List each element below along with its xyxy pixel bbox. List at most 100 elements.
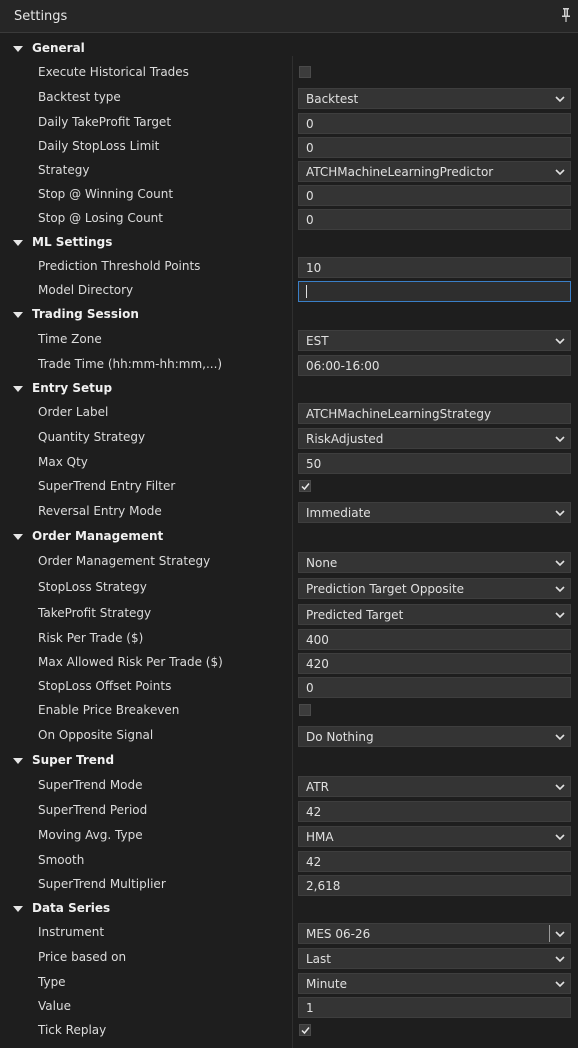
st-mode-dropdown[interactable]: ATR <box>298 776 571 797</box>
property-label: SuperTrend Entry Filter <box>38 479 176 493</box>
pin-icon[interactable] <box>560 7 572 23</box>
triangle-down-icon[interactable] <box>13 240 23 246</box>
property-label: Value <box>38 999 71 1013</box>
category-label: Super Trend <box>32 753 115 767</box>
category-trading-session[interactable]: Trading Session <box>0 303 578 327</box>
instrument-dropdown[interactable]: MES 06-26 <box>298 923 571 944</box>
property-label: Trade Time (hh:mm-hh:mm,...) <box>38 357 223 371</box>
category-label: General <box>32 41 85 55</box>
pred-threshold-input[interactable]: 10 <box>298 257 571 278</box>
input-value: 50 <box>306 457 322 471</box>
checkmark-icon <box>301 1027 310 1035</box>
opposite-signal-dropdown[interactable]: Do Nothing <box>298 726 571 747</box>
input-value: 0 <box>306 213 314 227</box>
smooth-input[interactable]: 42 <box>298 851 571 872</box>
st-multiplier-input[interactable]: 2,618 <box>298 875 571 896</box>
chevron-down-icon[interactable] <box>554 978 566 990</box>
dropdown-value: Minute <box>306 977 347 991</box>
ma-type-dropdown[interactable]: HMA <box>298 826 571 847</box>
trade-time-input[interactable]: 06:00-16:00 <box>298 355 571 376</box>
value-input[interactable]: 1 <box>298 997 571 1018</box>
price-breakeven-checkbox[interactable] <box>299 704 311 716</box>
property-label: Order Label <box>38 405 109 419</box>
daily-tp-input[interactable]: 0 <box>298 113 571 134</box>
category-entry-setup[interactable]: Entry Setup <box>0 377 578 401</box>
triangle-down-icon[interactable] <box>13 46 23 52</box>
stop-win-input[interactable]: 0 <box>298 185 571 206</box>
property-label: Model Directory <box>38 283 134 297</box>
model-dir-input[interactable] <box>298 281 571 302</box>
property-label: Daily StopLoss Limit <box>38 139 160 153</box>
chevron-down-icon[interactable] <box>554 433 566 445</box>
reversal-mode-dropdown[interactable]: Immediate <box>298 502 571 523</box>
category-order-management[interactable]: Order Management <box>0 525 578 549</box>
property-label: Risk Per Trade ($) <box>38 631 144 645</box>
strategy-dropdown[interactable]: ATCHMachineLearningPredictor <box>298 161 571 182</box>
st-entry-filter-checkbox[interactable] <box>299 480 311 492</box>
order-label-input[interactable]: ATCHMachineLearningStrategy <box>298 403 571 424</box>
input-value: 0 <box>306 189 314 203</box>
triangle-down-icon[interactable] <box>13 906 23 912</box>
category-label: Data Series <box>32 901 111 915</box>
dropdown-value: HMA <box>306 830 334 844</box>
property-label: Quantity Strategy <box>38 430 146 444</box>
category-super-trend[interactable]: Super Trend <box>0 749 578 773</box>
dropdown-value: ATR <box>306 780 329 794</box>
triangle-down-icon[interactable] <box>13 534 23 540</box>
chevron-down-icon[interactable] <box>554 583 566 595</box>
execute-historical-checkbox[interactable] <box>299 66 311 78</box>
chevron-down-icon[interactable] <box>554 831 566 843</box>
category-general[interactable]: General <box>0 37 578 61</box>
property-label: Stop @ Losing Count <box>38 211 163 225</box>
type-dropdown[interactable]: Minute <box>298 973 571 994</box>
backtest-type-dropdown[interactable]: Backtest <box>298 88 571 109</box>
chevron-down-icon[interactable] <box>554 609 566 621</box>
input-value: 42 <box>306 805 322 819</box>
chevron-down-icon[interactable] <box>554 557 566 569</box>
triangle-down-icon[interactable] <box>13 312 23 318</box>
max-risk-input[interactable]: 420 <box>298 653 571 674</box>
tp-strategy-dropdown[interactable]: Predicted Target <box>298 604 571 625</box>
property-label: Smooth <box>38 853 85 867</box>
price-based-on-dropdown[interactable]: Last <box>298 948 571 969</box>
max-qty-input[interactable]: 50 <box>298 453 571 474</box>
chevron-down-icon[interactable] <box>554 781 566 793</box>
dropdown-value: ATCHMachineLearningPredictor <box>306 165 494 179</box>
tick-replay-checkbox[interactable] <box>299 1024 311 1036</box>
dropdown-value: Backtest <box>306 92 359 106</box>
time-zone-dropdown[interactable]: EST <box>298 330 571 351</box>
triangle-down-icon[interactable] <box>13 758 23 764</box>
input-value: 10 <box>306 261 322 275</box>
category-label: Trading Session <box>32 307 139 321</box>
category-label: Entry Setup <box>32 381 113 395</box>
sl-strategy-dropdown[interactable]: Prediction Target Opposite <box>298 578 571 599</box>
om-strategy-dropdown[interactable]: None <box>298 552 571 573</box>
category-ml-settings[interactable]: ML Settings <box>0 231 578 255</box>
chevron-down-icon[interactable] <box>554 731 566 743</box>
st-period-input[interactable]: 42 <box>298 801 571 822</box>
daily-sl-input[interactable]: 0 <box>298 137 571 158</box>
property-label: Time Zone <box>38 332 102 346</box>
chevron-down-icon[interactable] <box>554 928 566 940</box>
chevron-down-icon[interactable] <box>554 166 566 178</box>
input-value: 0 <box>306 141 314 155</box>
input-value: 1 <box>306 1001 314 1015</box>
qty-strategy-dropdown[interactable]: RiskAdjusted <box>298 428 571 449</box>
input-value: 2,618 <box>306 879 341 893</box>
sl-offset-input[interactable]: 0 <box>298 677 571 698</box>
chevron-down-icon[interactable] <box>554 335 566 347</box>
property-label: SuperTrend Mode <box>38 778 143 792</box>
chevron-down-icon[interactable] <box>554 507 566 519</box>
chevron-down-icon[interactable] <box>554 953 566 965</box>
property-label: TakeProfit Strategy <box>38 606 152 620</box>
dropdown-value: Immediate <box>306 506 371 520</box>
category-data-series[interactable]: Data Series <box>0 897 578 921</box>
input-value: 42 <box>306 855 322 869</box>
category-label: ML Settings <box>32 235 113 249</box>
chevron-down-icon[interactable] <box>554 93 566 105</box>
risk-per-trade-input[interactable]: 400 <box>298 629 571 650</box>
dropdown-value: Prediction Target Opposite <box>306 582 465 596</box>
triangle-down-icon[interactable] <box>13 386 23 392</box>
property-label: Stop @ Winning Count <box>38 187 174 201</box>
stop-lose-input[interactable]: 0 <box>298 209 571 230</box>
